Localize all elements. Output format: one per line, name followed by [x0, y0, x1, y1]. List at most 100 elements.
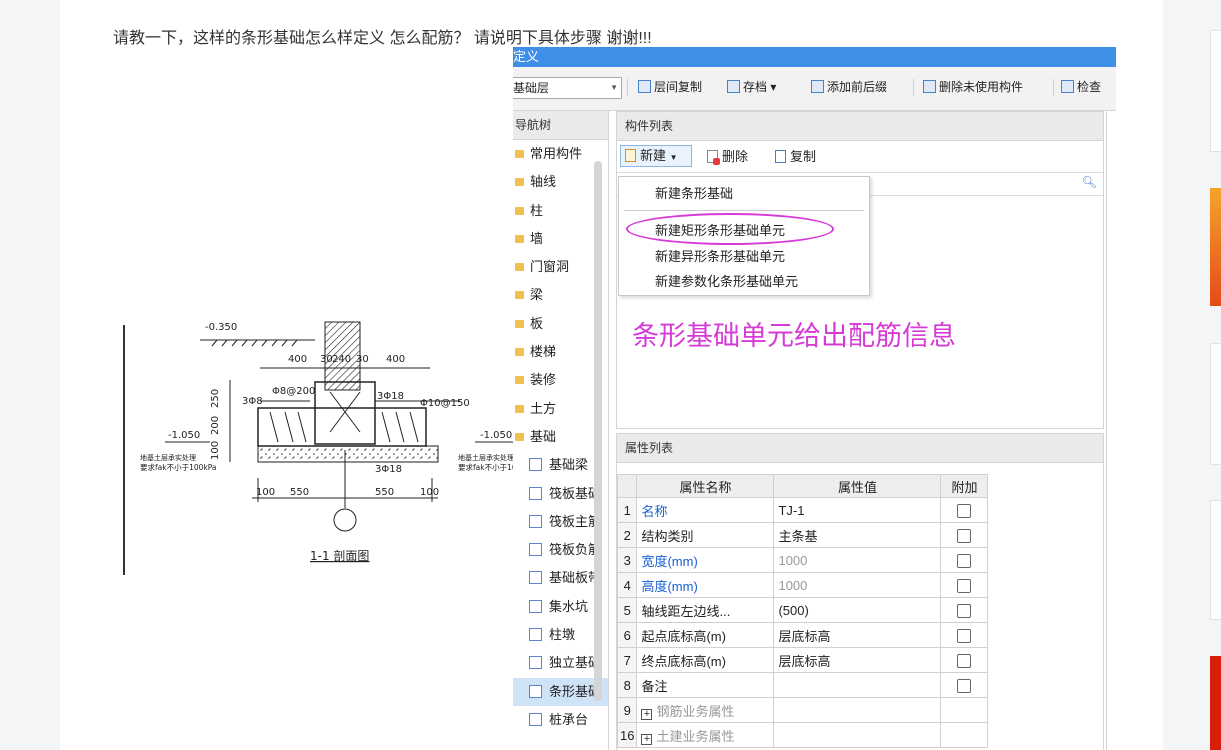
checkbox[interactable]	[957, 678, 972, 693]
nav-header: 导航树	[513, 111, 608, 140]
table-row[interactable]: 6 起点底标高(m) 层底标高	[616, 622, 989, 648]
dim-top-2: 30	[320, 354, 333, 365]
soil-note-left: 地基土层承实处理	[140, 453, 196, 462]
table-row[interactable]: 8 备注	[616, 672, 989, 698]
table-row[interactable]: 5 轴线距左边线... (500)	[616, 597, 989, 623]
toolbar-divider	[913, 79, 914, 96]
col-name: 属性名称	[636, 474, 775, 498]
dim-bot-1: 100	[256, 487, 275, 498]
copy-icon	[775, 150, 786, 163]
folder-icon	[515, 432, 524, 441]
strip-foundation-icon	[529, 684, 542, 698]
side-ad-3[interactable]	[1210, 343, 1221, 465]
question-text: 请教一下，这样的条形基础怎么样定义 怎么配筋？ 请说明下具体步骤 谢谢!!!	[113, 30, 652, 47]
table-row[interactable]: 3 宽度(mm) 1000	[616, 547, 989, 573]
dim-bot-2: 550	[290, 487, 309, 498]
software-window: 定义 基础层 ▼ 层间复制 存档 ▾ 添加前后缀 删除未使用构件 检查 导航树 …	[513, 47, 1116, 750]
component-list-header: 构件列表	[617, 112, 1103, 141]
rebar-3: 3Φ18	[377, 391, 404, 402]
checkbox[interactable]	[957, 603, 972, 618]
menu-new-param-unit[interactable]: 新建参数化条形基础单元	[655, 271, 798, 290]
strip-icon	[529, 571, 542, 585]
folder-icon	[515, 348, 524, 357]
floor-copy-button[interactable]: 层间复制	[638, 77, 702, 97]
table-row[interactable]: 2 结构类别 主条基	[616, 522, 989, 548]
table-row[interactable]: 16 + 土建业务属性	[616, 722, 989, 748]
dim-bot-3: 550	[375, 487, 394, 498]
checkbox[interactable]	[957, 653, 972, 668]
copy-button[interactable]: 复制	[775, 147, 816, 167]
add-prefix-button[interactable]: 添加前后缀	[811, 77, 887, 97]
copy-icon	[638, 80, 651, 93]
nav-scrollbar[interactable]	[594, 161, 602, 701]
navigation-tree: 导航树 常用构件 轴线 柱 墙 门窗洞 梁 板 楼梯 装修 土方 基础 基础梁 …	[513, 111, 609, 750]
highlight-ellipse	[626, 213, 834, 245]
prefix-icon	[811, 80, 824, 93]
folder-icon	[515, 319, 524, 328]
property-table: 属性名称 属性值 附加 1 名称 TJ-1 2 结构类别 主条基 3 宽度(mm…	[616, 474, 989, 748]
floor-select[interactable]: 基础层 ▼	[513, 77, 622, 99]
annotation-text: 条形基础单元给出配筋信息	[632, 321, 956, 352]
expand-icon[interactable]: +	[641, 708, 653, 720]
archive-button[interactable]: 存档 ▾	[727, 77, 776, 97]
side-ad-1[interactable]	[1210, 30, 1221, 152]
folder-icon	[515, 263, 524, 272]
check-button[interactable]: 检查	[1061, 77, 1101, 97]
list-delete-icon	[923, 80, 936, 93]
dim-top-5: 400	[386, 354, 405, 365]
rebar-1: 3Φ8	[242, 396, 263, 407]
new-file-icon	[625, 149, 636, 162]
delete-unused-button[interactable]: 删除未使用构件	[923, 77, 1023, 97]
table-row[interactable]: 7 终点底标高(m) 层底标高	[616, 647, 989, 673]
table-header-row: 属性名称 属性值 附加	[616, 474, 989, 498]
expand-icon[interactable]: +	[641, 733, 653, 745]
checkbox[interactable]	[957, 503, 972, 518]
property-list-header: 属性列表	[617, 434, 1103, 463]
section-label: 1-1 剖面图	[310, 549, 369, 563]
toolbar-divider	[1053, 79, 1054, 96]
checkbox[interactable]	[957, 553, 972, 568]
beam-icon	[529, 458, 542, 472]
folder-icon	[515, 291, 524, 300]
col-value: 属性值	[773, 474, 942, 498]
search-icon: 🔍︎	[1081, 175, 1097, 189]
checkbox[interactable]	[957, 578, 972, 593]
checkbox[interactable]	[957, 628, 972, 643]
side-ad-5[interactable]	[1210, 656, 1221, 750]
pile-cap-icon	[529, 712, 542, 726]
property-list-panel: 属性列表 属性名称 属性值 附加 1 名称 TJ-1 2 结构类别 主条基 3	[616, 433, 1104, 750]
folder-icon	[515, 376, 524, 385]
table-row[interactable]: 4 高度(mm) 1000	[616, 572, 989, 598]
toolbar: 基础层 ▼ 层间复制 存档 ▾ 添加前后缀 删除未使用构件 检查	[513, 67, 1116, 111]
checkbox[interactable]	[957, 528, 972, 543]
rebar-5: 3Φ18	[375, 464, 402, 475]
table-row[interactable]: 9 + 钢筋业务属性	[616, 697, 989, 723]
rebar-2: Φ8@200	[272, 386, 315, 397]
window-title: 定义	[513, 47, 1116, 67]
col-extra: 附加	[940, 474, 989, 498]
menu-new-irregular-unit[interactable]: 新建异形条形基础单元	[655, 246, 785, 265]
raft-icon	[529, 486, 542, 500]
right-pane	[1106, 111, 1116, 750]
dim-bot-4: 100	[420, 487, 439, 498]
dim-h-1: 250	[210, 389, 221, 408]
toolbar-divider	[627, 79, 628, 96]
folder-icon	[515, 234, 524, 243]
folder-icon	[515, 150, 524, 158]
elev-top: -0.350	[205, 322, 237, 333]
dim-top-1: 400	[288, 354, 307, 365]
table-row[interactable]: 1 名称 TJ-1	[616, 497, 989, 523]
dim-top-4: 30	[356, 354, 369, 365]
side-ad-2[interactable]	[1210, 188, 1221, 306]
soil-req-left: 要求fak不小于100kPa	[140, 462, 217, 472]
menu-new-strip-foundation[interactable]: 新建条形基础	[655, 183, 733, 202]
soil-note-right: 地基土层承实处理	[458, 453, 514, 462]
chevron-down-icon: ▼	[610, 83, 618, 92]
archive-icon	[727, 80, 740, 93]
delete-button[interactable]: 删除	[707, 147, 748, 167]
elev-right: -1.050	[480, 430, 512, 441]
nav-sub-pile-cap[interactable]: 桩承台	[513, 706, 608, 734]
new-button[interactable]: 新建 ▼	[620, 145, 692, 167]
side-ad-4[interactable]	[1210, 500, 1221, 620]
isolated-footing-icon	[529, 656, 542, 670]
